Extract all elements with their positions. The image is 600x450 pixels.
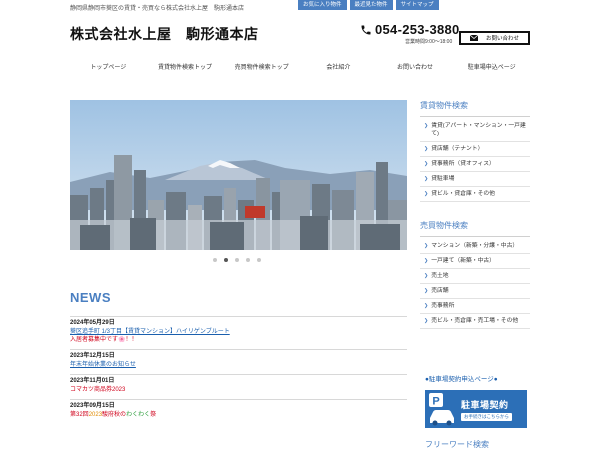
chevron-right-icon: ❯ bbox=[424, 288, 429, 294]
phone-icon bbox=[361, 25, 371, 34]
nav-company[interactable]: 会社紹介 bbox=[300, 58, 377, 78]
sidebar-item-sale-other[interactable]: ❯ 売ビル・売倉庫・売工場・その他 bbox=[420, 314, 530, 329]
news-link[interactable]: 年末年始休業のお知らせ bbox=[70, 362, 136, 368]
mail-icon bbox=[469, 35, 478, 41]
company-name[interactable]: 株式会社水上屋 駒形通本店 bbox=[70, 24, 259, 44]
chevron-right-icon: ❯ bbox=[424, 146, 429, 152]
parking-application-link[interactable]: ●駐車場契約申込ページ● bbox=[425, 373, 498, 383]
sidebar-item-label: 貸店舗（テナント） bbox=[431, 146, 484, 152]
sidebar-item-label: マンション（新築・分譲・中古） bbox=[431, 243, 519, 249]
slider-dot-active[interactable] bbox=[224, 258, 228, 262]
news-link[interactable]: 葵区追手町 1/3丁目【賃貸マンション】ハイリゲンブルート bbox=[70, 329, 230, 335]
slider-dot[interactable] bbox=[257, 258, 261, 262]
contact-button[interactable]: お問い合わせ bbox=[459, 31, 530, 45]
news-item: 2023年12月15日 年末年始休業のお知らせ bbox=[70, 349, 407, 369]
chevron-right-icon: ❯ bbox=[424, 303, 429, 309]
sidebar-item-label: 貸ビル・貸倉庫・その他 bbox=[431, 191, 495, 197]
freeword-search-heading: フリーワード検索 bbox=[425, 440, 489, 449]
sidebar-item-label: 売ビル・売倉庫・売工場・その他 bbox=[431, 318, 519, 324]
chevron-right-icon: ❯ bbox=[424, 191, 429, 197]
chevron-right-icon: ❯ bbox=[424, 243, 429, 249]
slider-dot[interactable] bbox=[235, 258, 239, 262]
sidebar-item-rent-store[interactable]: ❯ 貸店舗（テナント） bbox=[420, 142, 530, 157]
parking-banner-title: 駐車場契約 bbox=[461, 399, 509, 410]
nav-rent-search[interactable]: 賃貸物件検索トップ bbox=[147, 58, 224, 78]
nav-sale-search[interactable]: 売買物件検索トップ bbox=[223, 58, 300, 78]
slider-dot[interactable] bbox=[246, 258, 250, 262]
news-link-highlight[interactable]: 入居者募集中です🌸！！ bbox=[70, 337, 137, 343]
news-date: 2023年09月15日 bbox=[70, 403, 115, 409]
chevron-right-icon: ❯ bbox=[424, 318, 429, 324]
sidebar-item-label: 売事務所 bbox=[431, 303, 455, 309]
chevron-right-icon: ❯ bbox=[424, 176, 429, 182]
sidebar-item-rent-parking[interactable]: ❯ 貸駐車場 bbox=[420, 172, 530, 187]
rent-search-heading: 賃貸物件検索 bbox=[420, 100, 530, 117]
news-date: 2024年05月29日 bbox=[70, 320, 115, 326]
recently-viewed-link[interactable]: 最近見た物件 bbox=[349, 0, 393, 10]
site-tagline: 静岡県静岡市葵区の賃貸・売買なら株式会社水上屋 駒形通本店 bbox=[70, 6, 245, 12]
news-title-part: 駿府秋の bbox=[102, 412, 127, 418]
news-item: 2023年09月15日 第32回2023駿府秋のわくわく祭 bbox=[70, 399, 407, 419]
sidebar-item-rent-residential[interactable]: ❯ 賃貸(アパート・マンション・一戸建て) bbox=[420, 119, 530, 142]
news-list: 2024年05月29日 葵区追手町 1/3丁目【賃貸マンション】ハイリゲンブルー… bbox=[70, 316, 407, 424]
chevron-right-icon: ❯ bbox=[424, 123, 429, 129]
news-date: 2023年12月15日 bbox=[70, 353, 115, 359]
news-title-part: わくわく bbox=[126, 412, 151, 418]
news-title-part: 第32回 bbox=[70, 412, 89, 418]
sidebar-item-label: 売店舗 bbox=[431, 288, 449, 294]
parking-contract-banner[interactable]: P 駐車場契約 お手続きはこちらから bbox=[425, 390, 527, 428]
chevron-right-icon: ❯ bbox=[424, 161, 429, 167]
parking-banner-text: 駐車場契約 お手続きはこちらから bbox=[461, 398, 512, 421]
sidebar-item-label: 一戸建て（新築・中古） bbox=[431, 258, 495, 264]
news-item: 2024年05月29日 葵区追手町 1/3丁目【賃貸マンション】ハイリゲンブルー… bbox=[70, 316, 407, 344]
chevron-right-icon: ❯ bbox=[424, 258, 429, 264]
sale-search-list: ❯ マンション（新築・分譲・中古） ❯ 一戸建て（新築・中古） ❯ 売土地 ❯ 売店舗 … bbox=[420, 239, 530, 329]
favorites-link[interactable]: お気に入り物件 bbox=[298, 0, 347, 10]
business-hours: 営業時間9:00～18:00 bbox=[405, 39, 453, 45]
news-title[interactable]: 第32回2023駿府秋のわくわく祭 bbox=[70, 411, 407, 419]
sidebar-item-rent-office[interactable]: ❯ 貸事務所（貸オフィス） bbox=[420, 157, 530, 172]
sidebar-item-sale-house[interactable]: ❯ 一戸建て（新築・中古） bbox=[420, 254, 530, 269]
parking-car-icon: P bbox=[429, 393, 454, 426]
sidebar-item-sale-mansion[interactable]: ❯ マンション（新築・分譲・中古） bbox=[420, 239, 530, 254]
rent-search-list: ❯ 賃貸(アパート・マンション・一戸建て) ❯ 貸店舗（テナント） ❯ 貸事務所（貸オ… bbox=[420, 119, 530, 202]
sidebar-item-label: 賃貸(アパート・マンション・一戸建て) bbox=[431, 123, 526, 137]
global-navigation: トップページ 賃貸物件検索トップ 売買物件検索トップ 会社紹介 お問い合わせ 駐… bbox=[70, 58, 530, 78]
phone-number[interactable]: 054-253-3880 bbox=[360, 22, 460, 37]
news-item: 2023年11月01日 コマカツ商品券2023 bbox=[70, 374, 407, 394]
sidebar-item-rent-other[interactable]: ❯ 貸ビル・貸倉庫・その他 bbox=[420, 187, 530, 202]
sitemap-link[interactable]: サイトマップ bbox=[395, 0, 439, 10]
parking-banner-subtitle: お手続きはこちらから bbox=[461, 412, 512, 421]
sidebar-item-label: 貸事務所（貸オフィス） bbox=[431, 161, 495, 167]
slider-pagination bbox=[213, 258, 261, 262]
sidebar: 賃貸物件検索 ❯ 賃貸(アパート・マンション・一戸建て) ❯ 貸店舗（テナント） ❯… bbox=[420, 100, 530, 329]
nav-contact[interactable]: お問い合わせ bbox=[377, 58, 454, 78]
news-title: 年末年始休業のお知らせ bbox=[70, 361, 407, 369]
contact-button-label: お問い合わせ bbox=[485, 36, 519, 42]
sidebar-item-sale-land[interactable]: ❯ 売土地 bbox=[420, 269, 530, 284]
top-utility-links: お気に入り物件 最近見た物件 サイトマップ bbox=[298, 0, 439, 10]
news-title: コマカツ商品券2023 bbox=[70, 386, 407, 394]
news-title-part: 祭 bbox=[150, 412, 157, 418]
news-link[interactable]: コマカツ商品券2023 bbox=[70, 387, 125, 393]
sidebar-item-label: 貸駐車場 bbox=[431, 176, 455, 182]
svg-text:P: P bbox=[432, 396, 439, 408]
sale-search-heading: 売買物件検索 bbox=[420, 220, 530, 237]
sidebar-item-sale-office[interactable]: ❯ 売事務所 bbox=[420, 299, 530, 314]
nav-parking[interactable]: 駐車場申込ページ bbox=[453, 58, 530, 78]
chevron-right-icon: ❯ bbox=[424, 273, 429, 279]
sidebar-item-sale-store[interactable]: ❯ 売店舗 bbox=[420, 284, 530, 299]
hero-slider-image[interactable] bbox=[70, 100, 407, 250]
news-title-part: 2023 bbox=[88, 412, 103, 418]
sidebar-item-label: 売土地 bbox=[431, 273, 449, 279]
slider-dot[interactable] bbox=[213, 258, 217, 262]
nav-top-page[interactable]: トップページ bbox=[70, 58, 147, 78]
cityscape-mount-fuji-photo bbox=[70, 100, 407, 250]
phone-number-text: 054-253-3880 bbox=[375, 22, 460, 37]
news-title: 葵区追手町 1/3丁目【賃貸マンション】ハイリゲンブルート 入居者募集中です🌸！… bbox=[70, 328, 407, 344]
news-date: 2023年11月01日 bbox=[70, 378, 115, 384]
news-heading: NEWS bbox=[70, 290, 111, 305]
